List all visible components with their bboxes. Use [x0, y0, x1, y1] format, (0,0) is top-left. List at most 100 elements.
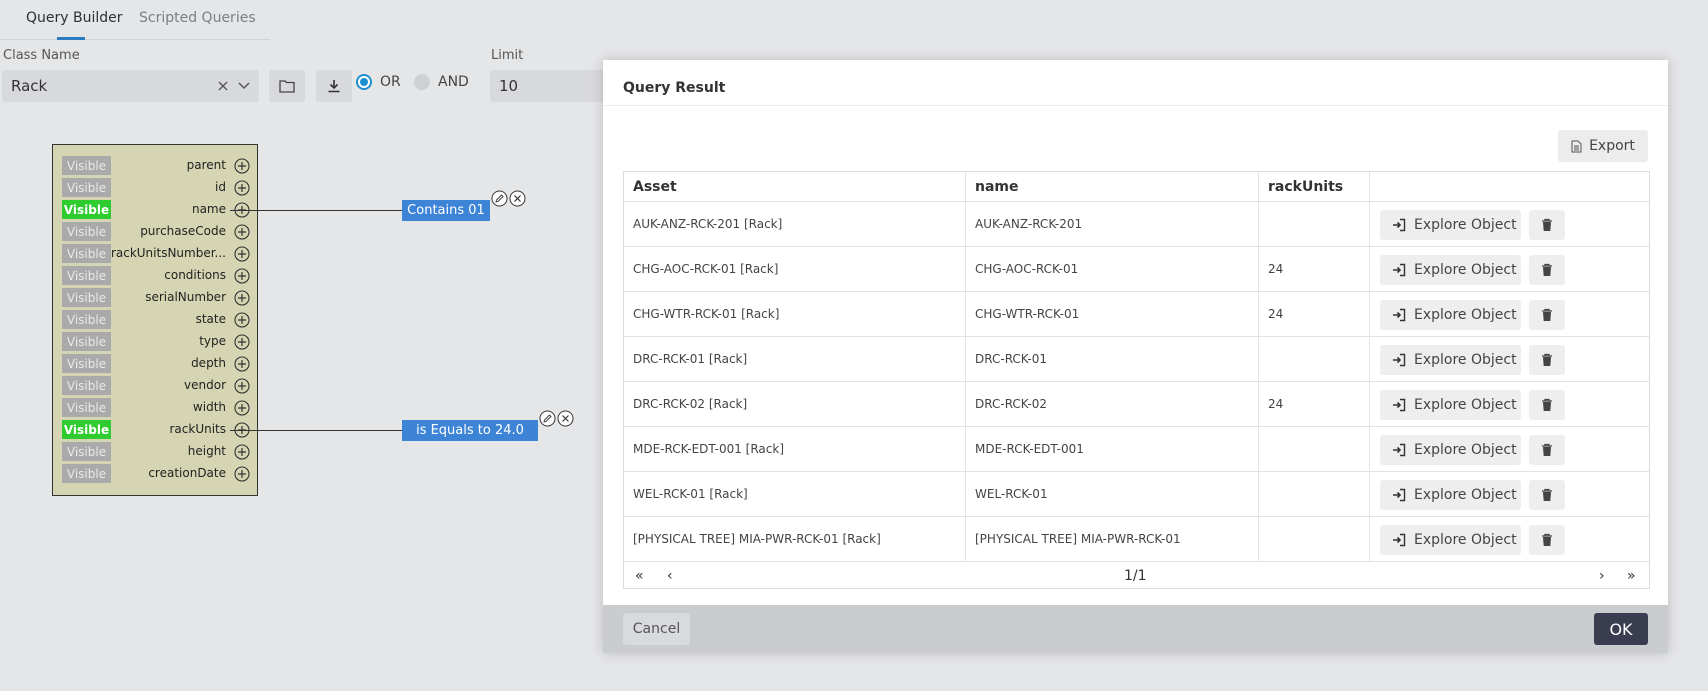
explore-object-button[interactable]: Explore Object: [1380, 390, 1521, 420]
plus-circle-icon[interactable]: [234, 466, 250, 482]
plus-circle-icon[interactable]: [234, 356, 250, 372]
close-icon[interactable]: [217, 80, 229, 92]
export-button[interactable]: Export: [1558, 130, 1648, 162]
property-name: depth: [191, 356, 226, 370]
tab-query-builder[interactable]: Query Builder: [26, 10, 123, 26]
plus-circle-icon[interactable]: [234, 268, 250, 284]
explore-object-button[interactable]: Explore Object: [1380, 345, 1521, 375]
trash-icon: [1542, 263, 1552, 276]
column-header-name[interactable]: name: [966, 172, 1259, 201]
plus-circle-icon[interactable]: [234, 158, 250, 174]
visible-toggle[interactable]: Visible: [62, 244, 111, 263]
cell-name: DRC-RCK-01: [966, 337, 1259, 381]
delete-row-button[interactable]: [1529, 390, 1565, 420]
plus-circle-icon[interactable]: [234, 378, 250, 394]
property-name: type: [199, 334, 226, 348]
prev-page-button[interactable]: ‹: [667, 568, 673, 584]
visible-toggle[interactable]: Visible: [62, 288, 111, 307]
delete-row-button[interactable]: [1529, 345, 1565, 375]
property-row: Visible rackUnitsNumber...: [62, 244, 250, 264]
limit-input[interactable]: 10: [490, 70, 610, 102]
delete-row-button[interactable]: [1529, 300, 1565, 330]
close-circle-icon[interactable]: [509, 190, 526, 207]
or-radio-label: OR: [380, 74, 401, 90]
visible-toggle[interactable]: Visible: [62, 178, 111, 197]
cell-actions: Explore Object: [1370, 427, 1649, 471]
table-row: AUK-ANZ-RCK-201 [Rack] AUK-ANZ-RCK-201 Exp…: [624, 202, 1649, 247]
and-radio[interactable]: [414, 74, 430, 90]
visible-toggle[interactable]: Visible: [62, 200, 111, 219]
plus-circle-icon[interactable]: [234, 444, 250, 460]
cell-rackunits: [1259, 472, 1370, 516]
cell-actions: Explore Object: [1370, 337, 1649, 381]
visible-toggle[interactable]: Visible: [62, 310, 111, 329]
property-row: Visible conditions: [62, 266, 250, 286]
active-tab-indicator: [57, 37, 85, 40]
explore-object-button[interactable]: Explore Object: [1380, 300, 1521, 330]
explore-object-button[interactable]: Explore Object: [1380, 435, 1521, 465]
filter-name-contains[interactable]: Contains 01: [402, 200, 490, 221]
table-row: CHG-AOC-RCK-01 [Rack] CHG-AOC-RCK-01 24 Exp…: [624, 247, 1649, 292]
open-query-button[interactable]: [269, 70, 305, 102]
table-row: [PHYSICAL TREE] MIA-PWR-RCK-01 [Rack] [PH…: [624, 517, 1649, 562]
delete-row-button[interactable]: [1529, 480, 1565, 510]
visible-toggle[interactable]: Visible: [62, 222, 111, 241]
property-row: Visible vendor: [62, 376, 250, 396]
explore-object-label: Explore Object: [1414, 217, 1517, 233]
plus-circle-icon[interactable]: [234, 290, 250, 306]
close-circle-icon[interactable]: [557, 410, 574, 427]
visible-toggle[interactable]: Visible: [62, 332, 111, 351]
trash-icon: [1542, 398, 1552, 411]
cell-rackunits: 24: [1259, 247, 1370, 291]
plus-circle-icon[interactable]: [234, 246, 250, 262]
cell-actions: Explore Object: [1370, 292, 1649, 336]
chevron-down-icon[interactable]: [238, 81, 250, 91]
visible-toggle[interactable]: Visible: [62, 398, 111, 417]
column-header-asset[interactable]: Asset: [624, 172, 966, 201]
visible-toggle[interactable]: Visible: [62, 420, 111, 439]
ok-button[interactable]: OK: [1594, 613, 1648, 645]
trash-icon: [1542, 308, 1552, 321]
tab-scripted-queries[interactable]: Scripted Queries: [139, 10, 256, 26]
sign-in-icon: [1393, 533, 1406, 547]
column-header-rackunits[interactable]: rackUnits: [1259, 172, 1370, 201]
sign-in-icon: [1393, 443, 1406, 457]
explore-object-button[interactable]: Explore Object: [1380, 480, 1521, 510]
visible-toggle[interactable]: Visible: [62, 156, 111, 175]
visible-toggle[interactable]: Visible: [62, 354, 111, 373]
cancel-button[interactable]: Cancel: [623, 613, 690, 645]
first-page-button[interactable]: «: [635, 568, 644, 584]
visible-toggle[interactable]: Visible: [62, 464, 111, 483]
delete-row-button[interactable]: [1529, 525, 1565, 555]
class-node-rack[interactable]: Visible parent Visible id Visible name Visible…: [52, 144, 258, 496]
pencil-icon[interactable]: [539, 410, 556, 427]
delete-row-button[interactable]: [1529, 255, 1565, 285]
plus-circle-icon[interactable]: [234, 224, 250, 240]
filter-rackunits-equals[interactable]: is Equals to 24.0: [402, 420, 538, 441]
visible-toggle[interactable]: Visible: [62, 442, 111, 461]
plus-circle-icon[interactable]: [234, 400, 250, 416]
plus-circle-icon[interactable]: [234, 334, 250, 350]
limit-value: 10: [499, 77, 519, 95]
property-name: state: [195, 312, 226, 326]
pagination: « ‹ 1/1 › »: [624, 566, 1649, 588]
cell-rackunits: [1259, 337, 1370, 381]
next-page-button[interactable]: ›: [1599, 568, 1605, 584]
pencil-icon[interactable]: [491, 190, 508, 207]
explore-object-button[interactable]: Explore Object: [1380, 210, 1521, 240]
last-page-button[interactable]: »: [1627, 568, 1636, 584]
explore-object-button[interactable]: Explore Object: [1380, 525, 1521, 555]
explore-object-label: Explore Object: [1414, 352, 1517, 368]
delete-row-button[interactable]: [1529, 210, 1565, 240]
explore-object-button[interactable]: Explore Object: [1380, 255, 1521, 285]
plus-circle-icon[interactable]: [234, 180, 250, 196]
download-query-button[interactable]: [316, 70, 352, 102]
visible-toggle[interactable]: Visible: [62, 266, 111, 285]
visible-toggle[interactable]: Visible: [62, 376, 111, 395]
table-row: DRC-RCK-01 [Rack] DRC-RCK-01 Explore Objec…: [624, 337, 1649, 382]
delete-row-button[interactable]: [1529, 435, 1565, 465]
plus-circle-icon[interactable]: [234, 312, 250, 328]
cell-asset: MDE-RCK-EDT-001 [Rack]: [624, 427, 966, 471]
class-name-select[interactable]: Rack: [2, 70, 259, 102]
or-radio[interactable]: [356, 74, 372, 90]
